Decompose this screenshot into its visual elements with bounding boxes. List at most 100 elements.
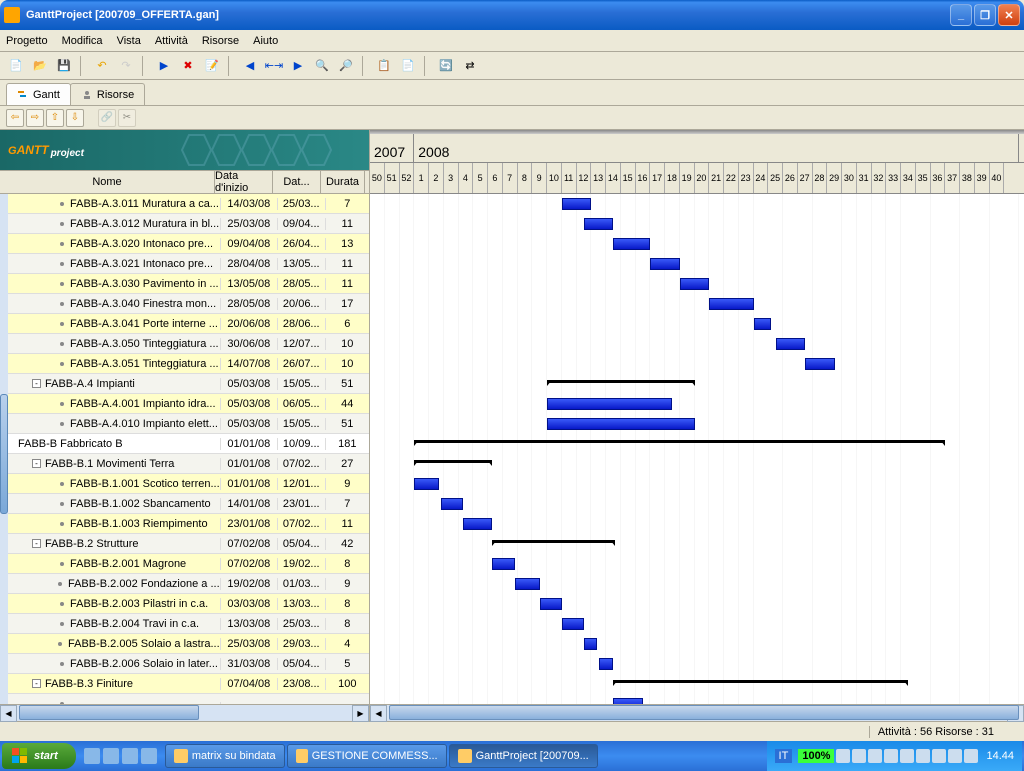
zoom-in-icon[interactable]: 🔍 [312, 56, 332, 76]
menu-aiuto[interactable]: Aiuto [253, 35, 278, 47]
new-icon[interactable]: 📄 [6, 56, 26, 76]
tray-icon[interactable] [852, 749, 866, 763]
task-row[interactable]: FABB-B.2.001 Magrone07/02/0819/02...8 [8, 554, 369, 574]
tray-icon[interactable] [884, 749, 898, 763]
vertical-scrollbar[interactable] [0, 194, 8, 704]
unlink-icon[interactable]: ✂ [118, 109, 136, 127]
quick-launch-icon[interactable] [141, 748, 157, 764]
clock[interactable]: 14.44 [986, 750, 1014, 762]
nav-left-icon[interactable]: ⇦ [6, 109, 24, 127]
move-down-icon[interactable]: ⇩ [66, 109, 84, 127]
gantt-bar[interactable] [599, 658, 614, 670]
delete-icon[interactable]: ✖ [178, 56, 198, 76]
language-indicator[interactable]: IT [775, 749, 793, 763]
quick-launch-icon[interactable] [122, 748, 138, 764]
task-row[interactable]: -FABB-B.3 Finiture07/04/0823/08...100 [8, 674, 369, 694]
gantt-bar[interactable] [709, 298, 753, 310]
tray-icon[interactable] [916, 749, 930, 763]
refresh-icon[interactable]: 🔄 [436, 56, 456, 76]
expander-icon[interactable]: - [32, 459, 41, 468]
tray-icon[interactable] [900, 749, 914, 763]
properties-icon[interactable]: 📝 [202, 56, 222, 76]
gantt-bar[interactable] [680, 278, 710, 290]
task-row[interactable]: FABB-B.2.005 Solaio a lastra...25/03/082… [8, 634, 369, 654]
left-horizontal-scrollbar[interactable]: ◀ ▶ [0, 704, 369, 721]
paste-icon[interactable]: 📄 [398, 56, 418, 76]
quick-launch-icon[interactable] [84, 748, 100, 764]
quick-launch-icon[interactable] [103, 748, 119, 764]
compare-icon[interactable]: ⇄ [460, 56, 480, 76]
move-up-icon[interactable]: ⇧ [46, 109, 64, 127]
zoom-out-icon[interactable]: 🔎 [336, 56, 356, 76]
task-row[interactable]: -FABB-A.4 Impianti05/03/0815/05...51 [8, 374, 369, 394]
task-row[interactable]: FABB-B.1.001 Scotico terren...01/01/0812… [8, 474, 369, 494]
task-row[interactable]: FABB-B.1.002 Sbancamento14/01/0823/01...… [8, 494, 369, 514]
task-row[interactable]: FABB-A.3.011 Muratura a ca...14/03/0825/… [8, 194, 369, 214]
nav-center-icon[interactable]: ⇤⇥ [264, 56, 284, 76]
expander-icon[interactable]: - [32, 539, 41, 548]
maximize-button[interactable]: ❐ [974, 4, 996, 26]
expander-icon[interactable]: - [32, 679, 41, 688]
task-row[interactable]: FABB-A.3.050 Tinteggiatura ...30/06/0812… [8, 334, 369, 354]
battery-indicator[interactable]: 100% [798, 749, 834, 763]
summary-bar[interactable] [414, 460, 492, 463]
task-row[interactable]: FABB-A.3.041 Porte interne ...20/06/0828… [8, 314, 369, 334]
link-icon[interactable]: 🔗 [98, 109, 116, 127]
taskbar-item[interactable]: GanttProject [200709... [449, 744, 598, 768]
task-row[interactable]: FABB-A.4.001 Impianto idra...05/03/0806/… [8, 394, 369, 414]
minimize-button[interactable]: _ [950, 4, 972, 26]
col-dur-header[interactable]: Durata [321, 171, 365, 193]
tray-icon[interactable] [932, 749, 946, 763]
task-row[interactable]: FABB-B.2.003 Pilastri in c.a.03/03/0813/… [8, 594, 369, 614]
menu-risorse[interactable]: Risorse [202, 35, 239, 47]
gantt-bar[interactable] [650, 258, 680, 270]
tab-risorse[interactable]: Risorse [70, 83, 145, 105]
task-row[interactable]: FABB-B.2.004 Travi in c.a.13/03/0825/03.… [8, 614, 369, 634]
scroll-right-icon[interactable]: ▶ [352, 705, 369, 722]
arrow-right-icon[interactable]: ▶ [154, 56, 174, 76]
task-row[interactable]: FABB-A.4.010 Impianto elett...05/03/0815… [8, 414, 369, 434]
menu-attivita[interactable]: Attività [155, 35, 188, 47]
summary-bar[interactable] [547, 380, 695, 383]
gantt-bar[interactable] [463, 518, 493, 530]
summary-bar[interactable] [414, 440, 945, 443]
copy-icon[interactable]: 📋 [374, 56, 394, 76]
nav-right-icon[interactable]: ⇨ [26, 109, 44, 127]
gantt-bar[interactable] [547, 418, 695, 430]
summary-bar[interactable] [613, 680, 908, 683]
tray-icon[interactable] [964, 749, 978, 763]
right-horizontal-scrollbar[interactable]: ◀ ▶ [370, 704, 1024, 721]
undo-icon[interactable]: ↶ [92, 56, 112, 76]
gantt-bar[interactable] [584, 638, 597, 650]
scroll-left-icon[interactable]: ◀ [370, 705, 387, 722]
task-row[interactable]: FABB-A.3.020 Intonaco pre...09/04/0826/0… [8, 234, 369, 254]
menu-vista[interactable]: Vista [117, 35, 141, 47]
col-start-header[interactable]: Data d'inizio [215, 171, 273, 193]
gantt-bar[interactable] [547, 398, 672, 410]
scroll-left-icon[interactable]: ◀ [0, 705, 17, 722]
nav-prev-icon[interactable]: ◀ [240, 56, 260, 76]
col-name-header[interactable]: Nome [0, 171, 215, 193]
nav-next-icon[interactable]: ▶ [288, 56, 308, 76]
task-row[interactable]: FABB-A.3.012 Muratura in bl...25/03/0809… [8, 214, 369, 234]
task-row[interactable]: -FABB-B.1 Movimenti Terra01/01/0807/02..… [8, 454, 369, 474]
task-row[interactable]: FABB-B.2.006 Solaio in later...31/03/080… [8, 654, 369, 674]
gantt-bar[interactable] [540, 598, 562, 610]
task-row[interactable]: FABB-B.1.003 Riempimento23/01/0807/02...… [8, 514, 369, 534]
task-row[interactable]: FABB-A.3.051 Tinteggiatura ...14/07/0826… [8, 354, 369, 374]
gantt-bar[interactable] [562, 618, 584, 630]
tray-icon[interactable] [868, 749, 882, 763]
gantt-bar[interactable] [776, 338, 806, 350]
menu-progetto[interactable]: Progetto [6, 35, 48, 47]
taskbar-item[interactable]: GESTIONE COMMESS... [287, 744, 447, 768]
menu-modifica[interactable]: Modifica [62, 35, 103, 47]
save-icon[interactable]: 💾 [54, 56, 74, 76]
expander-icon[interactable]: - [32, 379, 41, 388]
gantt-bar[interactable] [613, 238, 650, 250]
scrollbar-thumb[interactable] [0, 394, 8, 514]
task-row[interactable]: FABB-B Fabbricato B01/01/0810/09...181 [8, 434, 369, 454]
task-row[interactable]: -FABB-B.2 Strutture07/02/0805/04...42 [8, 534, 369, 554]
gantt-chart-body[interactable] [370, 194, 1024, 704]
task-row[interactable]: FABB-A.3.040 Finestra mon...28/05/0820/0… [8, 294, 369, 314]
gantt-bar[interactable] [414, 478, 439, 490]
